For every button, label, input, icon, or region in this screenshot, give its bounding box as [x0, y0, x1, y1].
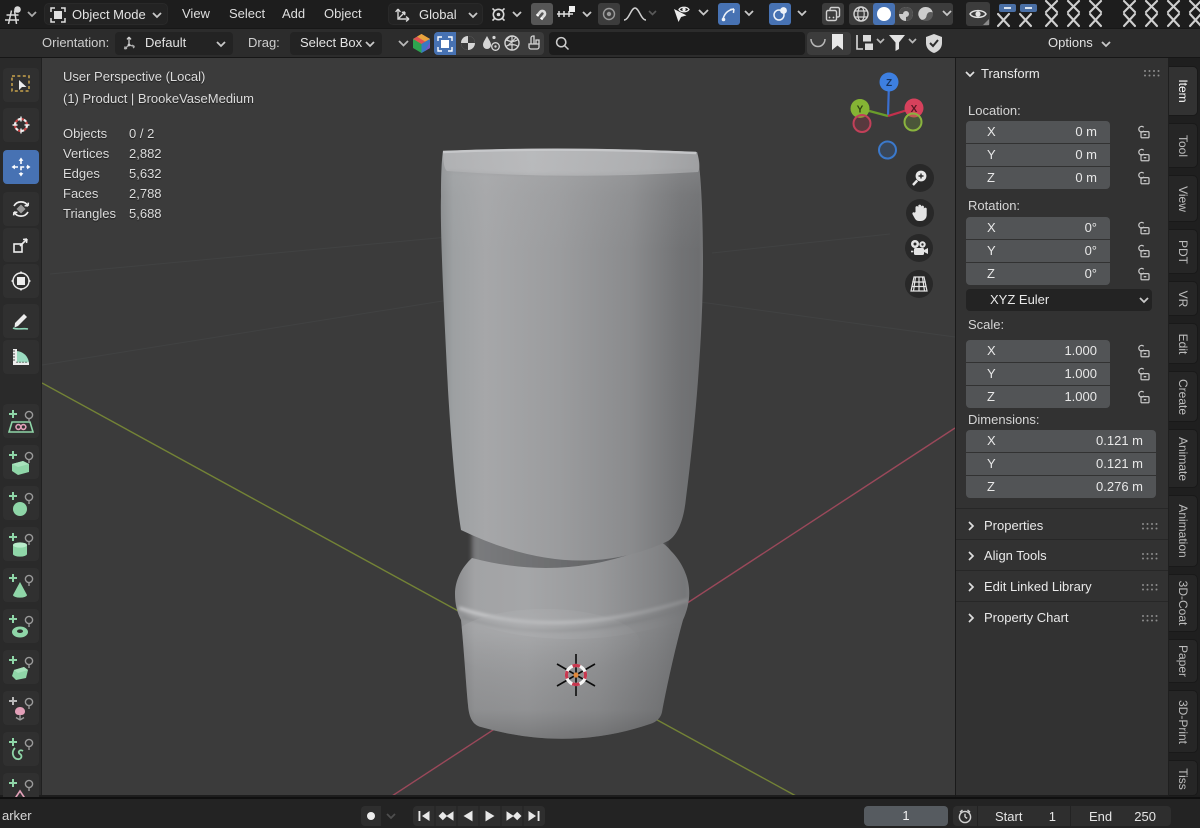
svg-text:Z: Z: [886, 78, 892, 89]
svg-text:Y: Y: [857, 105, 864, 116]
